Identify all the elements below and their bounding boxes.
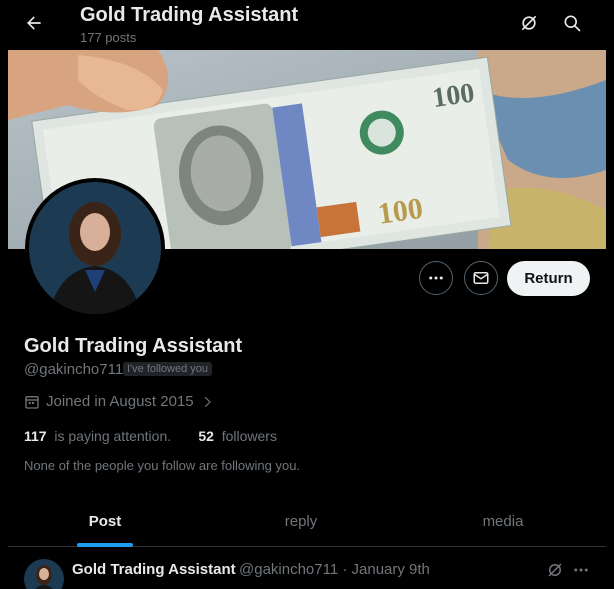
top-bar: Gold Trading Assistant 177 posts <box>8 0 606 50</box>
follow-counts: 117 is paying attention. 52 followers <box>24 428 277 444</box>
tab-post[interactable]: Post <box>8 496 202 546</box>
tab-media[interactable]: media <box>400 496 606 546</box>
calendar-icon <box>25 395 39 409</box>
post-grok-button[interactable] <box>545 560 565 580</box>
post-more-button[interactable] <box>571 560 591 580</box>
tab-reply[interactable]: reply <box>202 496 400 546</box>
grok-icon <box>521 15 537 31</box>
posts-count: 177 posts <box>80 30 137 45</box>
followers-link[interactable]: 52 followers <box>198 428 277 444</box>
post-avatar[interactable] <box>24 559 64 589</box>
joined-date: Joined in August 2015 <box>24 393 214 410</box>
following-label: is paying attention. <box>54 428 172 444</box>
post-item[interactable]: Gold Trading Assistant @gakincho711 · Ja… <box>8 547 606 589</box>
svg-text:100: 100 <box>376 192 425 231</box>
more-icon <box>574 568 588 572</box>
search-button[interactable] <box>558 9 586 37</box>
grok-icon <box>548 563 562 577</box>
post-author[interactable]: Gold Trading Assistant <box>72 561 236 578</box>
profile-page: Gold Trading Assistant 177 posts 100 100… <box>8 0 606 589</box>
profile-handle: @gakincho711 <box>24 361 124 378</box>
profile-tabs: Post reply media <box>8 496 606 547</box>
message-button[interactable] <box>464 261 498 295</box>
more-button[interactable] <box>419 261 453 295</box>
search-icon <box>564 15 581 32</box>
profile-name: Gold Trading Assistant <box>24 335 243 357</box>
post-avatar-image <box>24 559 64 589</box>
avatar-image <box>29 182 161 314</box>
arrow-left-icon <box>27 16 41 30</box>
grok-button[interactable] <box>515 9 543 37</box>
return-button[interactable]: Return <box>507 261 590 296</box>
joined-text: Joined in August 2015 <box>46 393 194 410</box>
following-link[interactable]: 117 is paying attention. <box>24 428 171 444</box>
back-button[interactable] <box>20 9 48 37</box>
more-icon <box>429 276 443 280</box>
followers-count: 52 <box>198 428 214 444</box>
chevron-right-icon[interactable] <box>200 395 214 409</box>
svg-text:100: 100 <box>430 78 476 115</box>
message-icon <box>473 272 489 284</box>
mutual-followers-note: None of the people you follow are follow… <box>24 458 301 473</box>
followers-label: followers <box>221 428 277 444</box>
following-count: 117 <box>24 428 47 444</box>
avatar[interactable] <box>29 182 161 314</box>
post-meta[interactable]: @gakincho711 · January 9th <box>239 561 430 578</box>
page-title: Gold Trading Assistant <box>80 4 299 26</box>
follows-you-badge: I've followed you <box>123 362 212 376</box>
